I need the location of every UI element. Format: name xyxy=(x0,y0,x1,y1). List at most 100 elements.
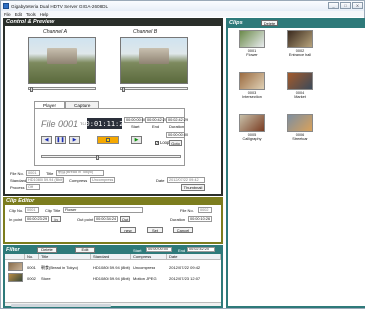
in-point-field[interactable]: 00:00:23:29 xyxy=(25,216,49,222)
compress-label: Compress xyxy=(69,178,88,183)
clip-thumbnail[interactable] xyxy=(287,72,313,90)
slider-thumb[interactable] xyxy=(30,86,33,92)
maximize-button[interactable]: □ xyxy=(340,2,351,9)
clip-name: Calligraphy xyxy=(242,137,262,142)
clip-thumbnail[interactable] xyxy=(239,72,265,90)
duration-label: Duration xyxy=(170,217,186,222)
goto-button[interactable]: Goto xyxy=(169,140,182,146)
filter-end-field[interactable]: 00:02:42:20 xyxy=(187,246,215,252)
menu-file[interactable]: File xyxy=(4,12,11,17)
new-button[interactable]: new xyxy=(120,227,136,233)
clip-thumbnail[interactable] xyxy=(239,30,265,48)
cell-title[interactable]: 朝食(Bread in Tokyo) xyxy=(41,265,78,271)
cell-compress[interactable]: Motion JPEG xyxy=(133,276,157,281)
cell-no[interactable]: 0002 xyxy=(27,276,36,281)
clip-item[interactable]: 0005 Calligraphy xyxy=(232,114,272,142)
clip-name: Streetcar xyxy=(292,137,308,142)
file-no-field[interactable]: 0001 xyxy=(26,170,40,176)
prev-icon: ◀ xyxy=(44,137,49,143)
goto-timecode-field[interactable]: 00:00:00:00 xyxy=(166,132,188,138)
prev-button[interactable]: ◀ xyxy=(41,136,52,144)
clip-editor-panel: Clip Editor Clip No. 0001 Clip Title Flo… xyxy=(3,197,223,244)
title-field[interactable]: 朝食(Bread in Tokyo) xyxy=(56,170,104,176)
set-button[interactable]: Set xyxy=(147,227,163,233)
col-standard[interactable]: Standard xyxy=(91,254,131,260)
cell-standard[interactable]: HD1080i 59.94 (8bit) xyxy=(93,276,130,281)
playback-slider[interactable] xyxy=(41,154,181,160)
close-button[interactable]: X xyxy=(352,2,363,9)
process-field[interactable]: Off xyxy=(26,184,40,190)
clip-thumbnail[interactable] xyxy=(287,114,313,132)
title-bar[interactable]: Gigabyteteria Dual HDTV Server GIGA-2608… xyxy=(1,1,364,11)
minimize-button[interactable]: _ xyxy=(328,2,339,9)
clip-item[interactable]: 0002 Entrance hall xyxy=(280,30,320,58)
row-thumbnail[interactable] xyxy=(8,273,23,282)
window-controls: _ □ X xyxy=(328,2,363,9)
play-button[interactable]: ▶ xyxy=(131,136,142,144)
file-no-label: File No. xyxy=(10,171,24,176)
channel-b-slider[interactable] xyxy=(120,86,188,92)
col-no[interactable]: No. xyxy=(25,254,39,260)
slider-thumb[interactable] xyxy=(96,154,99,160)
channel-a-preview xyxy=(28,37,96,84)
clip-item[interactable]: 0004 Market xyxy=(280,72,320,100)
clip-editor-header: Clip Editor xyxy=(6,197,35,204)
clips-delete-button[interactable]: Delete xyxy=(261,20,278,26)
col-compress[interactable]: Compress xyxy=(131,254,167,260)
next-button[interactable]: ▶ xyxy=(69,136,80,144)
thumbnail-button[interactable]: Thumbnail xyxy=(181,184,205,191)
editor-file-no-field[interactable]: 0002 xyxy=(198,207,212,213)
clip-thumbnail[interactable] xyxy=(287,30,313,48)
col-date[interactable]: Date xyxy=(167,254,221,260)
filter-start-field[interactable]: 00:00:00:00 xyxy=(146,246,172,252)
clip-item[interactable]: 0006 Streetcar xyxy=(280,114,320,142)
loop-check-icon[interactable]: ✓ xyxy=(155,140,159,145)
end-timecode-field[interactable]: 00:00:42:20 xyxy=(145,117,167,123)
row-thumbnail[interactable] xyxy=(8,262,23,271)
duration-timecode-field[interactable]: 00:02:42:29 xyxy=(166,117,188,123)
tab-capture[interactable]: Capture xyxy=(65,101,100,108)
col-title[interactable]: Title xyxy=(39,254,91,260)
clip-thumbnail[interactable] xyxy=(239,114,265,132)
loop-checkbox[interactable]: ✓ Loop xyxy=(155,140,169,145)
menu-help[interactable]: Help xyxy=(40,12,49,17)
cell-date[interactable]: 2012/07/22 09:42 xyxy=(169,265,200,270)
filter-header: Filter Delete Edit Start 00:00:00:00 End… xyxy=(3,245,223,254)
clips-grid: 0001 Flower 0002 Entrance hall 0003 Intersect… xyxy=(228,28,365,306)
compress-field[interactable]: Uncompress xyxy=(90,177,115,183)
filter-delete-button[interactable]: Delete xyxy=(37,246,57,253)
start-timecode-field[interactable]: 00:00:00:00 xyxy=(124,117,146,123)
channel-a-slider[interactable] xyxy=(28,86,96,92)
pause-button[interactable]: ❚❚ xyxy=(55,136,66,144)
horizontal-scrollbar[interactable] xyxy=(5,302,221,307)
cell-compress[interactable]: Uncompress xyxy=(133,265,155,270)
cell-date[interactable]: 2012/07/23 12:07 xyxy=(169,276,200,281)
standard-field[interactable]: HD1080i 59.94 (Bbit) xyxy=(26,177,64,183)
date-field[interactable]: 2012/07/22 09:42 xyxy=(167,177,205,183)
duration-field[interactable]: 00:00:10:26 xyxy=(188,216,212,222)
clip-item[interactable]: 0003 Intersection xyxy=(232,72,272,100)
tab-player[interactable]: Player xyxy=(34,101,66,108)
clip-no-field[interactable]: 0001 xyxy=(25,207,39,213)
control-preview-header: Control & Preview xyxy=(6,18,55,25)
clip-no-label: Clip No. xyxy=(9,208,24,213)
filter-edit-button[interactable]: Edit xyxy=(75,246,95,253)
filter-title: Filter xyxy=(6,246,20,253)
slider-thumb[interactable] xyxy=(122,86,125,92)
col-thumb xyxy=(5,254,25,260)
in-button[interactable]: In xyxy=(51,216,61,222)
menu-tools[interactable]: Tools xyxy=(26,12,36,17)
scrollbar-thumb[interactable] xyxy=(11,303,111,307)
out-point-field[interactable]: 00:00:34:24 xyxy=(94,216,118,222)
cell-no[interactable]: 0001 xyxy=(27,265,36,270)
cancel-button[interactable]: Cancel xyxy=(173,227,193,233)
menu-edit[interactable]: Edit xyxy=(15,12,22,17)
stop-button[interactable] xyxy=(97,136,119,144)
clip-title-field[interactable]: Flower xyxy=(63,207,143,213)
clip-name: Entrance hall xyxy=(288,53,312,58)
out-button[interactable]: Out xyxy=(120,216,130,222)
clip-name: Flower xyxy=(246,53,258,58)
clip-item[interactable]: 0001 Flower xyxy=(232,30,272,58)
cell-standard[interactable]: HD1080i 59.94 (8bit) xyxy=(93,265,130,270)
cell-title[interactable]: Store xyxy=(41,276,51,281)
